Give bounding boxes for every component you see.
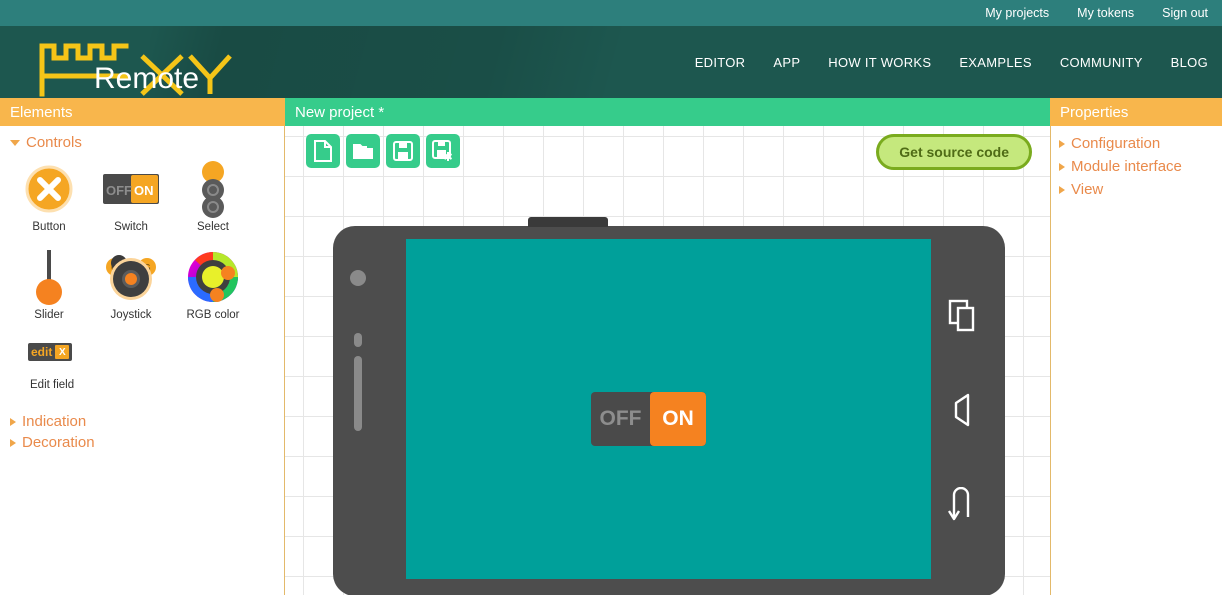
my-projects-link[interactable]: My projects	[985, 6, 1049, 20]
get-source-code-button[interactable]: Get source code	[876, 134, 1032, 170]
controls-items-grid: Button OFF ON Switch Select Slider Joyst…	[0, 155, 277, 407]
open-folder-icon	[353, 144, 373, 159]
phone-camera-icon	[350, 270, 366, 286]
element-label: Select	[197, 221, 229, 233]
element-switch[interactable]: OFF ON Switch	[90, 161, 172, 233]
nav-community[interactable]: COMMUNITY	[1060, 55, 1143, 70]
collapsed-sections: Indication Decoration	[0, 407, 284, 453]
my-tokens-link[interactable]: My tokens	[1077, 6, 1134, 20]
properties-item-module-interface[interactable]: Module interface	[1059, 155, 1222, 178]
properties-item-label: View	[1071, 181, 1104, 198]
properties-panel-title: Properties	[1050, 98, 1222, 126]
edit-field-text: edit	[31, 345, 53, 359]
phone-screen[interactable]: OFF ON	[406, 239, 931, 579]
svg-text:Remote: Remote	[94, 62, 199, 95]
element-slider[interactable]: Slider	[8, 249, 90, 321]
save-project-button[interactable]	[386, 134, 420, 168]
element-button[interactable]: Button	[8, 161, 90, 233]
properties-item-label: Configuration	[1071, 135, 1161, 152]
project-toolbar	[306, 134, 460, 168]
chevron-right-icon	[1059, 139, 1065, 148]
element-rgb-color[interactable]: RGB color	[172, 249, 254, 321]
back-icon[interactable]	[948, 393, 978, 427]
element-label: Edit field	[30, 379, 75, 391]
section-label: Indication	[22, 413, 87, 430]
nav-editor[interactable]: EDITOR	[695, 55, 746, 70]
svg-text:OFF: OFF	[106, 183, 132, 198]
site-header: Remote EDITOR APP HOW IT WORKS EXAMPLES …	[0, 26, 1222, 98]
top-utility-bar: My projects My tokens Sign out	[0, 0, 1222, 26]
switch-off-label: OFF	[599, 407, 642, 430]
canvas-switch-widget[interactable]: OFF ON	[591, 392, 706, 446]
element-label: Button	[32, 221, 66, 233]
properties-item-label: Module interface	[1071, 158, 1182, 175]
element-joystick[interactable]: G G Joystick	[90, 249, 172, 321]
element-label: Slider	[34, 309, 64, 321]
element-label: Joystick	[110, 309, 152, 321]
open-project-button[interactable]	[346, 134, 380, 168]
sidebar-section-indication[interactable]: Indication	[10, 411, 284, 432]
element-select[interactable]: Select	[172, 161, 254, 233]
nav-examples[interactable]: EXAMPLES	[959, 55, 1031, 70]
joystick-icon: G G	[103, 249, 159, 305]
home-icon[interactable]	[948, 487, 978, 523]
section-label: Decoration	[22, 434, 95, 451]
element-label: RGB color	[186, 309, 240, 321]
main-navigation: EDITOR APP HOW IT WORKS EXAMPLES COMMUNI…	[667, 26, 1208, 98]
svg-text:ON: ON	[134, 183, 154, 198]
chevron-right-icon	[10, 438, 16, 447]
nav-blog[interactable]: BLOG	[1171, 55, 1208, 70]
recent-apps-icon[interactable]	[948, 299, 978, 333]
remotexy-logo[interactable]: Remote	[30, 30, 260, 98]
properties-panel: Configuration Module interface View	[1050, 126, 1222, 595]
sign-out-link[interactable]: Sign out	[1162, 6, 1208, 20]
chevron-down-icon	[10, 139, 20, 146]
element-edit-field[interactable]: edit X Edit field	[8, 337, 277, 391]
sidebar-section-decoration[interactable]: Decoration	[10, 432, 284, 453]
controls-section-label: Controls	[26, 134, 82, 151]
properties-item-configuration[interactable]: Configuration	[1059, 132, 1222, 155]
properties-item-view[interactable]: View	[1059, 178, 1222, 201]
switch-off-on-icon: OFF ON	[103, 161, 159, 217]
phone-mockup: OFF ON	[333, 217, 1005, 595]
new-document-icon	[314, 140, 332, 162]
elements-sidebar: Controls Button OFF ON Switch Select Sli…	[0, 126, 285, 595]
project-canvas[interactable]: Get source code OFF ON	[285, 126, 1050, 595]
controls-section-header[interactable]: Controls	[0, 126, 284, 155]
select-stack-icon	[196, 161, 230, 218]
chevron-right-icon	[10, 417, 16, 426]
close-icon[interactable]: X	[55, 345, 70, 359]
phone-nav-column	[935, 226, 991, 595]
edit-field-icon: edit X	[28, 337, 73, 367]
phone-volume-button	[354, 356, 362, 431]
save-as-floppy-icon	[432, 140, 453, 161]
chevron-right-icon	[1059, 185, 1065, 194]
new-project-button[interactable]	[306, 134, 340, 168]
chevron-right-icon	[1059, 162, 1065, 171]
nav-how-it-works[interactable]: HOW IT WORKS	[828, 55, 931, 70]
nav-app[interactable]: APP	[773, 55, 800, 70]
remotexy-editor-app: My projects My tokens Sign out Remote ED…	[0, 0, 1222, 595]
project-title-bar: New project *	[285, 98, 1050, 126]
element-label: Switch	[114, 221, 148, 233]
elements-panel-title: Elements	[0, 98, 285, 126]
phone-power-button	[354, 333, 362, 347]
save-floppy-icon	[393, 141, 413, 161]
save-as-project-button[interactable]	[426, 134, 460, 168]
rgb-color-wheel-icon	[187, 249, 239, 305]
phone-speaker	[528, 217, 608, 227]
button-x-circle-icon	[25, 161, 73, 217]
switch-on-label: ON	[650, 392, 706, 446]
slider-icon	[32, 249, 66, 305]
